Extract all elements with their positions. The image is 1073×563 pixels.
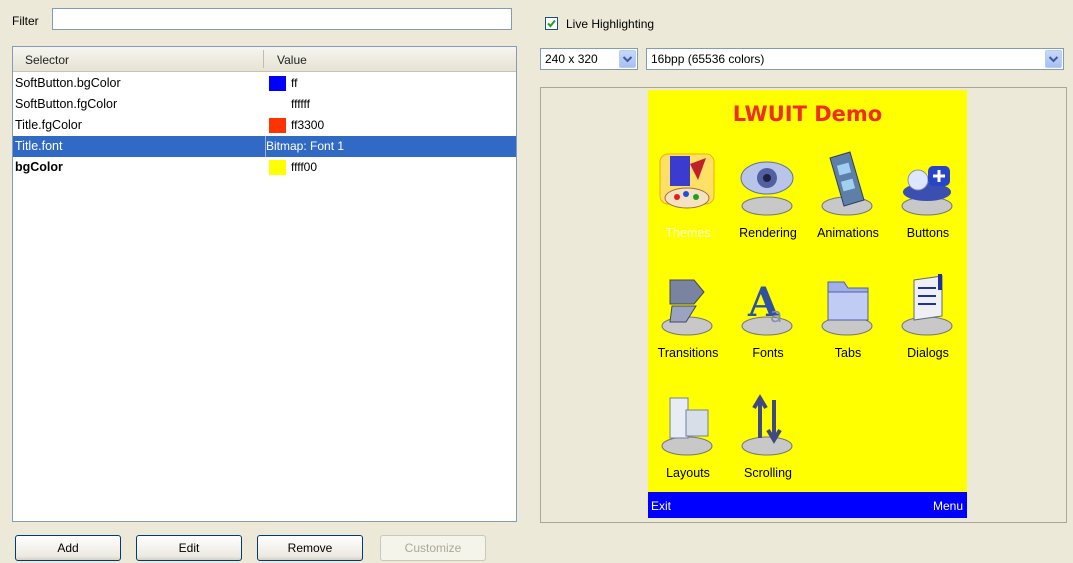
color-depth-select[interactable]: 16bpp (65536 colors) <box>646 48 1064 70</box>
phone-preview[interactable]: LWUIT Demo Themes Rendering Animations B… <box>648 90 967 518</box>
scrolling-icon <box>741 394 793 456</box>
softkey-menu[interactable]: Menu <box>933 499 963 513</box>
tabs-icon <box>821 281 873 336</box>
app-buttons[interactable]: Buttons <box>888 142 967 252</box>
app-label: Layouts <box>666 466 710 480</box>
chevron-down-icon[interactable] <box>1045 50 1062 68</box>
column-header-selector[interactable]: Selector <box>25 47 69 71</box>
app-themes[interactable]: Themes <box>648 142 728 252</box>
theme-table: Selector Value SoftButton.bgColor ff Sof… <box>12 46 517 522</box>
filter-label: Filter <box>12 14 39 28</box>
app-label: Dialogs <box>907 346 949 360</box>
table-header: Selector Value <box>13 47 516 72</box>
transitions-icon <box>661 279 713 336</box>
edit-button[interactable]: Edit <box>136 535 242 561</box>
table-row[interactable]: bgColor ffff00 <box>13 157 516 178</box>
app-animations[interactable]: Animations <box>808 142 888 252</box>
row-value-cell[interactable]: ffff00 <box>265 157 516 178</box>
chevron-down-icon[interactable] <box>619 50 636 68</box>
animations-icon <box>821 151 873 216</box>
app-dialogs[interactable]: Dialogs <box>888 262 967 372</box>
color-swatch <box>269 97 286 112</box>
app-label: Transitions <box>657 346 719 360</box>
row-value-cell[interactable]: Bitmap: Font 1 <box>265 136 516 157</box>
resolution-value: 240 x 320 <box>545 52 598 66</box>
column-divider[interactable] <box>263 50 264 68</box>
app-rendering[interactable]: Rendering <box>728 142 808 252</box>
row-value-cell[interactable]: ff <box>265 73 516 94</box>
app-layouts[interactable]: Layouts <box>648 382 728 492</box>
app-label: Animations <box>817 226 879 240</box>
customize-button[interactable]: Customize <box>380 535 486 561</box>
row-value: Bitmap: Font 1 <box>266 139 345 153</box>
row-value: ffff00 <box>291 160 318 174</box>
add-button[interactable]: Add <box>15 535 121 561</box>
buttons-icon <box>901 166 953 216</box>
row-selector: Title.font <box>15 139 63 153</box>
row-value: ff3300 <box>291 118 325 132</box>
table-row-selected[interactable]: Title.font Bitmap: Font 1 <box>13 136 516 157</box>
softkey-exit[interactable]: Exit <box>651 499 671 513</box>
table-row[interactable]: SoftButton.bgColor ff <box>13 73 516 94</box>
row-selector: SoftButton.fgColor <box>15 97 118 111</box>
rendering-icon <box>740 161 794 216</box>
app-label: Rendering <box>739 226 797 240</box>
remove-button[interactable]: Remove <box>257 535 363 561</box>
layouts-icon <box>661 397 713 456</box>
dialogs-icon <box>901 274 953 336</box>
table-row[interactable]: SoftButton.fgColor ffffff <box>13 94 516 115</box>
live-highlighting-checkbox[interactable] <box>545 17 558 30</box>
checkmark-icon <box>547 19 556 28</box>
phone-title: LWUIT Demo <box>732 102 883 126</box>
app-tabs[interactable]: Tabs <box>808 262 888 372</box>
color-swatch <box>269 118 286 133</box>
color-swatch <box>269 160 286 175</box>
row-value-cell[interactable]: ffffff <box>265 94 516 115</box>
softkey-bar: Exit Menu <box>648 492 967 518</box>
app-fonts[interactable]: A a Fonts <box>728 262 808 372</box>
app-label: Tabs <box>834 346 862 360</box>
color-depth-value: 16bpp (65536 colors) <box>651 52 765 66</box>
row-value: ffffff <box>291 97 310 111</box>
row-value: ff <box>291 76 298 90</box>
column-header-value[interactable]: Value <box>277 47 307 71</box>
app-label: Buttons <box>906 226 950 240</box>
filter-input[interactable] <box>52 8 512 30</box>
live-highlighting-label[interactable]: Live Highlighting <box>566 17 654 31</box>
svg-text:a: a <box>770 303 782 327</box>
app-label: Fonts <box>752 346 784 360</box>
row-value-cell[interactable]: ff3300 <box>265 115 516 136</box>
row-selector: bgColor <box>15 160 63 174</box>
row-selector: Title.fgColor <box>15 118 82 132</box>
resolution-select[interactable]: 240 x 320 <box>540 48 638 70</box>
themes-icon <box>659 153 715 209</box>
fonts-icon: A a <box>741 279 793 336</box>
color-swatch <box>269 76 286 91</box>
app-transitions[interactable]: Transitions <box>648 262 728 372</box>
app-label: Scrolling <box>744 466 792 480</box>
app-label: Themes <box>665 226 711 240</box>
table-row[interactable]: Title.fgColor ff3300 <box>13 115 516 136</box>
app-scrolling[interactable]: Scrolling <box>728 382 808 492</box>
row-selector: SoftButton.bgColor <box>15 76 121 90</box>
